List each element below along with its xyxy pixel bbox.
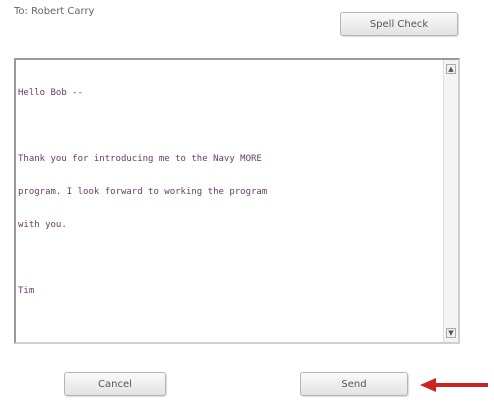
message-line bbox=[18, 253, 440, 264]
scroll-down-icon[interactable]: ▼ bbox=[446, 328, 456, 338]
send-button[interactable]: Send bbox=[300, 372, 408, 396]
compose-page: To: Robert Carry Spell Check Hello Bob -… bbox=[0, 0, 494, 406]
message-line: program. I look forward to working the p… bbox=[18, 187, 268, 197]
red-arrow-icon bbox=[420, 378, 488, 392]
cancel-button[interactable]: Cancel bbox=[64, 372, 166, 396]
message-scrollbar[interactable]: ▲ ▼ bbox=[443, 60, 458, 342]
message-body-textarea[interactable]: Hello Bob -- Thank you for introducing m… bbox=[14, 58, 460, 344]
recipient-line: To: Robert Carry bbox=[14, 6, 95, 17]
message-line: Tim bbox=[18, 286, 35, 296]
message-line: with you. bbox=[18, 220, 67, 230]
message-line: Hello Bob -- bbox=[18, 88, 84, 98]
message-line bbox=[18, 121, 440, 132]
message-text[interactable]: Hello Bob -- Thank you for introducing m… bbox=[18, 66, 440, 340]
arrow-head bbox=[420, 378, 436, 392]
scroll-up-icon[interactable]: ▲ bbox=[446, 64, 456, 74]
arrow-shaft bbox=[434, 383, 488, 387]
spell-check-button[interactable]: Spell Check bbox=[340, 12, 458, 36]
message-line: Thank you for introducing me to the Navy… bbox=[18, 154, 262, 164]
